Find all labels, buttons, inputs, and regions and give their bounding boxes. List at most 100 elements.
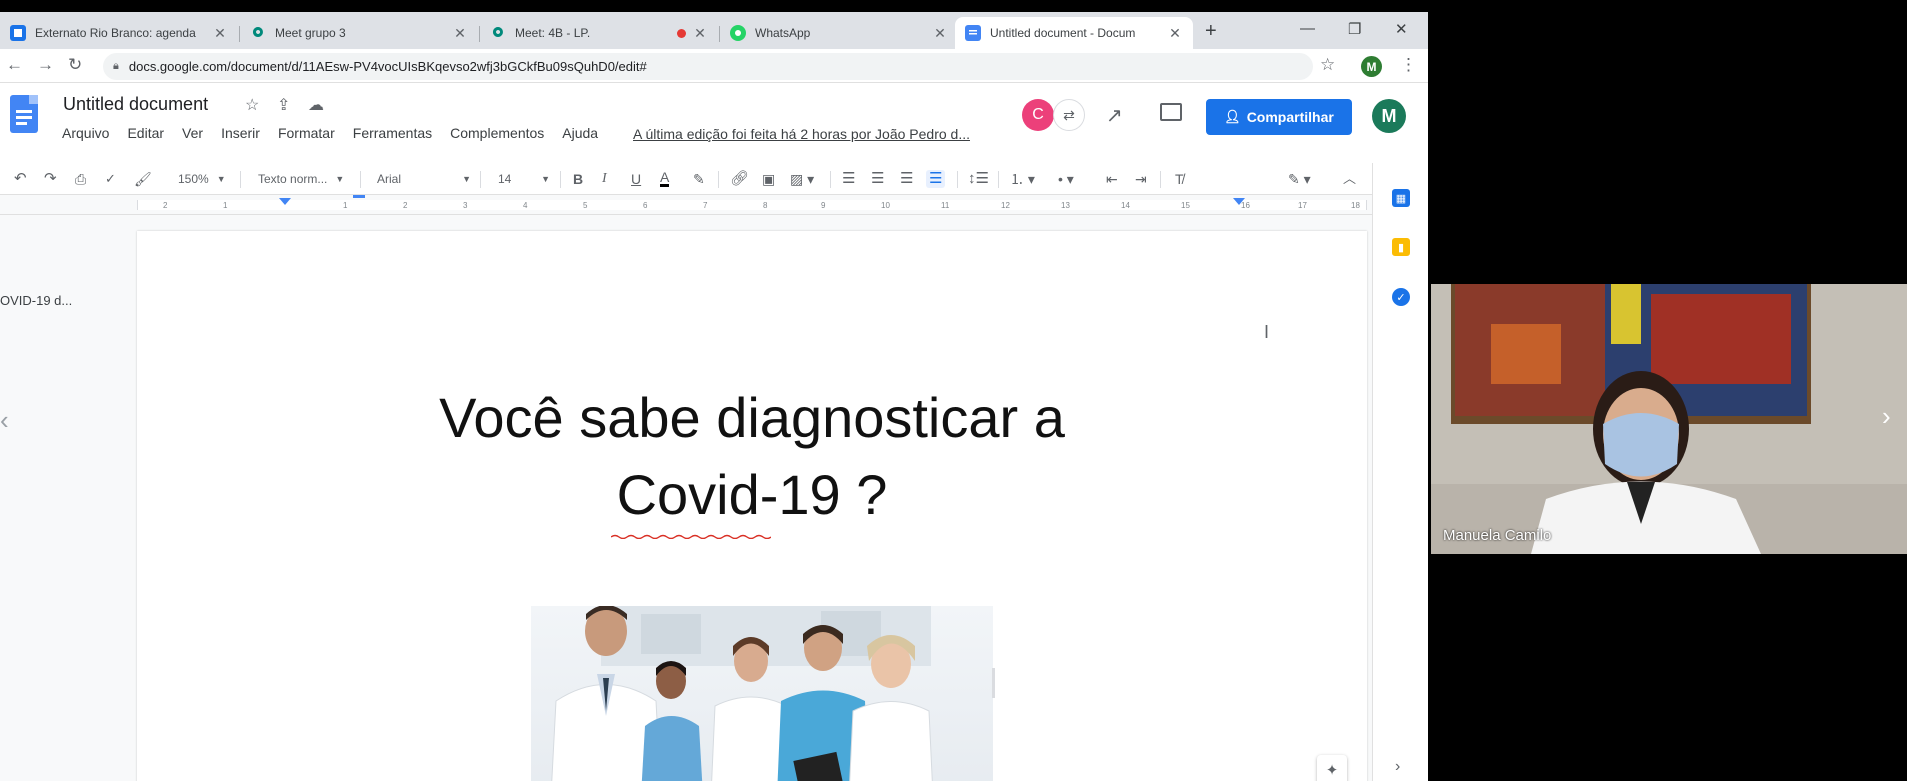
font-select[interactable]: Arial ▼ [377,170,471,188]
close-icon[interactable]: ✕ [692,25,708,42]
outline-item[interactable]: OVID-19 d... [0,293,72,308]
forward-icon[interactable]: → [37,55,54,75]
document-page[interactable]: I Você sabe diagnosticar a Covid-19 ? [137,231,1367,781]
tab-meet-grupo[interactable]: Meet grupo 3 ✕ [240,17,478,49]
tab-calendar[interactable]: Externato Rio Branco: agenda ✕ [0,17,238,49]
redo-icon[interactable]: ↷ [44,170,57,188]
clear-formatting-icon[interactable]: T̸ [1175,170,1184,188]
new-tab-button[interactable]: + [1205,21,1217,41]
explore-icon: ✦ [1325,762,1339,779]
highlight-icon[interactable]: ✎ [693,170,705,188]
close-icon[interactable]: ✕ [212,25,228,42]
comments-icon[interactable] [1160,103,1182,121]
google-docs-logo-icon[interactable] [10,95,38,133]
chevron-down-icon: ▼ [462,174,471,184]
tab-whatsapp[interactable]: WhatsApp ✕ [720,17,958,49]
ruler-number: 3 [463,201,468,210]
cloud-saved-icon[interactable]: ☁ [308,95,324,115]
add-comment-icon[interactable]: ▣ [762,170,775,188]
ruler-number: 2 [163,201,168,210]
align-left-icon[interactable]: ☰ [842,170,855,188]
image-resize-handle[interactable] [992,668,995,698]
text-color-icon[interactable]: A [660,170,670,187]
activity-dashboard-icon[interactable]: ↗ [1106,103,1123,128]
menu-formatar[interactable]: Formatar [278,125,335,141]
chevron-down-icon: ▼ [216,174,226,184]
reload-icon[interactable]: ↻ [68,55,82,75]
heading-line-1: Você sabe diagnosticar a [439,386,1065,449]
minimize-icon[interactable]: — [1300,20,1315,37]
menu-ver[interactable]: Ver [182,125,203,141]
tab-meet-4b[interactable]: Meet: 4B - LP. ✕ [480,17,718,49]
chevron-right-icon[interactable]: › [1882,401,1891,432]
print-icon[interactable]: ⎙ [75,170,86,188]
restore-icon[interactable]: ❐ [1348,20,1361,38]
collaborator-avatar[interactable]: C [1022,99,1054,131]
document-heading[interactable]: Você sabe diagnosticar a Covid-19 ? [137,379,1367,533]
line-spacing-icon[interactable]: ↕☰ [968,170,989,188]
address-bar[interactable]: 🔒︎ docs.google.com/document/d/11AEsw-PV4… [103,53,1313,80]
menu-inserir[interactable]: Inserir [221,125,260,141]
collapse-toolbar-icon[interactable]: ︿ [1343,170,1356,188]
paint-format-icon[interactable]: 🖌︎ [134,170,152,188]
underline-icon[interactable]: U [631,170,641,188]
ruler-number: 1 [223,201,228,210]
toolbar-divider [1160,171,1161,188]
insert-image-icon[interactable]: ▨ ▾ [790,170,814,188]
undo-icon[interactable]: ↶ [14,170,27,188]
toolbar-divider [957,171,958,188]
last-edit-link[interactable]: A última edição foi feita há 2 horas por… [633,126,988,142]
align-center-icon[interactable]: ☰ [871,170,884,188]
doctors-team-image[interactable] [531,606,993,781]
align-justify-icon[interactable]: ☰ [926,170,946,188]
editing-mode-icon[interactable]: ✎ ▾ [1288,170,1311,188]
right-indent-marker[interactable] [1233,198,1245,205]
close-window-icon[interactable]: ✕ [1395,20,1408,38]
italic-icon[interactable]: I [602,170,607,188]
font-size-select[interactable]: 14 ▼ [498,170,550,188]
increase-indent-icon[interactable]: ⇥ [1135,170,1147,188]
keep-addon-icon[interactable]: ▮ [1392,238,1410,256]
tab-untitled-document[interactable]: Untitled document - Docum ✕ [955,17,1193,49]
browser-profile-avatar[interactable]: M [1361,56,1382,77]
back-icon[interactable]: ← [6,55,23,75]
google-docs-icon [965,25,981,41]
menu-arquivo[interactable]: Arquivo [62,125,109,141]
calendar-addon-icon[interactable]: ▦ [1392,189,1410,207]
expand-side-panel-icon[interactable]: › [1395,758,1400,776]
close-icon[interactable]: ✕ [452,25,468,42]
zoom-select[interactable]: 150% ▼ [178,170,226,188]
style-select[interactable]: Texto norm... ▼ [258,170,344,188]
first-line-indent-marker[interactable] [353,195,365,198]
menu-ferramentas[interactable]: Ferramentas [353,125,432,141]
menu-editar[interactable]: Editar [127,125,164,141]
bookmark-star-icon[interactable]: ☆ [1320,55,1335,75]
insert-link-icon[interactable]: 🔗︎ [730,170,749,188]
close-icon[interactable]: ✕ [932,25,948,42]
align-right-icon[interactable]: ☰ [900,170,913,188]
close-icon[interactable]: ✕ [1167,25,1183,42]
decrease-indent-icon[interactable]: ⇤ [1106,170,1118,188]
chevron-left-icon[interactable]: ‹ [0,405,9,436]
toolbar-divider [718,171,719,188]
star-icon[interactable]: ☆ [245,95,259,115]
tasks-addon-icon[interactable]: ✓ [1392,288,1410,306]
numbered-list-icon[interactable]: ⒈ ▾ [1010,170,1035,188]
spellcheck-icon[interactable]: ✓ [105,170,116,188]
ruler-number: 14 [1121,201,1130,210]
recording-icon [677,28,686,38]
text-cursor-icon: I [1264,322,1270,342]
menu-ajuda[interactable]: Ajuda [562,125,598,141]
share-button[interactable]: 👤︎ Compartilhar [1206,99,1352,135]
account-avatar[interactable]: M [1372,99,1406,133]
bulleted-list-icon[interactable]: • ▾ [1058,170,1074,188]
bold-icon[interactable]: B [573,170,583,188]
explore-button[interactable]: ✦ [1317,755,1347,781]
ruler-number: 18 [1351,201,1360,210]
browser-menu-icon[interactable]: ⋮ [1400,55,1417,75]
menu-complementos[interactable]: Complementos [450,125,544,141]
collaborator-presence-icon[interactable]: ⇄ [1053,99,1085,131]
left-indent-marker[interactable] [279,198,291,205]
document-title[interactable]: Untitled document [63,94,208,115]
move-to-folder-icon[interactable]: ⇪ [277,95,290,115]
